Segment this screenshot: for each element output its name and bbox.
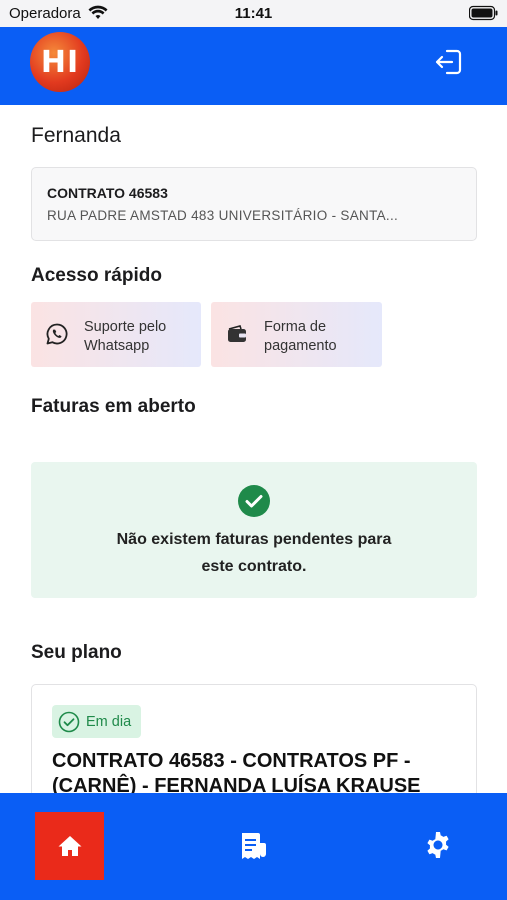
plan-name: CONTRATO 46583 - CONTRATOS PF - (CARNÊ) … bbox=[52, 750, 421, 797]
whatsapp-support-button[interactable]: Suporte pelo Whatsapp bbox=[31, 302, 201, 367]
quick-access-title: Acesso rápido bbox=[31, 265, 162, 286]
plan-title: Seu plano bbox=[31, 642, 122, 663]
gear-icon[interactable] bbox=[424, 831, 452, 859]
check-circle-outline-icon bbox=[58, 711, 80, 732]
whatsapp-support-label: Suporte pelo Whatsapp bbox=[84, 319, 167, 354]
nav-home-tab[interactable] bbox=[35, 812, 104, 880]
status-badge-label: Em dia bbox=[86, 713, 132, 730]
contract-address: RUA PADRE AMSTAD 483 UNIVERSITÁRIO - SAN… bbox=[47, 208, 399, 223]
brand-logo: HI bbox=[30, 32, 90, 92]
contract-number: CONTRATO 46583 bbox=[47, 185, 168, 201]
payment-method-button[interactable]: Forma de pagamento bbox=[211, 302, 382, 367]
wallet-icon bbox=[228, 325, 246, 342]
user-greeting-name: Fernanda bbox=[31, 124, 121, 147]
contract-selector-card[interactable]: CONTRATO 46583 RUA PADRE AMSTAD 483 UNIV… bbox=[31, 167, 477, 241]
status-bar: Operadora 11:41 bbox=[0, 0, 507, 27]
no-pending-invoices-notice: Não existem faturas pendentes para este … bbox=[31, 462, 477, 598]
whatsapp-icon bbox=[46, 323, 68, 345]
empty-message-line1: Não existem faturas pendentes para bbox=[116, 531, 392, 548]
bottom-navigation bbox=[0, 793, 507, 900]
open-invoices-title: Faturas em aberto bbox=[31, 396, 196, 417]
invoice-icon[interactable] bbox=[238, 831, 268, 861]
payment-method-label: Forma de pagamento bbox=[264, 319, 337, 354]
app-header: HI bbox=[0, 27, 507, 105]
battery-icon bbox=[469, 5, 498, 21]
status-badge: Em dia bbox=[52, 705, 142, 738]
home-icon bbox=[58, 836, 81, 856]
clock: 11:41 bbox=[234, 5, 273, 22]
check-circle-icon bbox=[238, 485, 270, 517]
logout-icon[interactable] bbox=[433, 46, 465, 78]
empty-message-line2: este contrato. bbox=[201, 558, 307, 575]
